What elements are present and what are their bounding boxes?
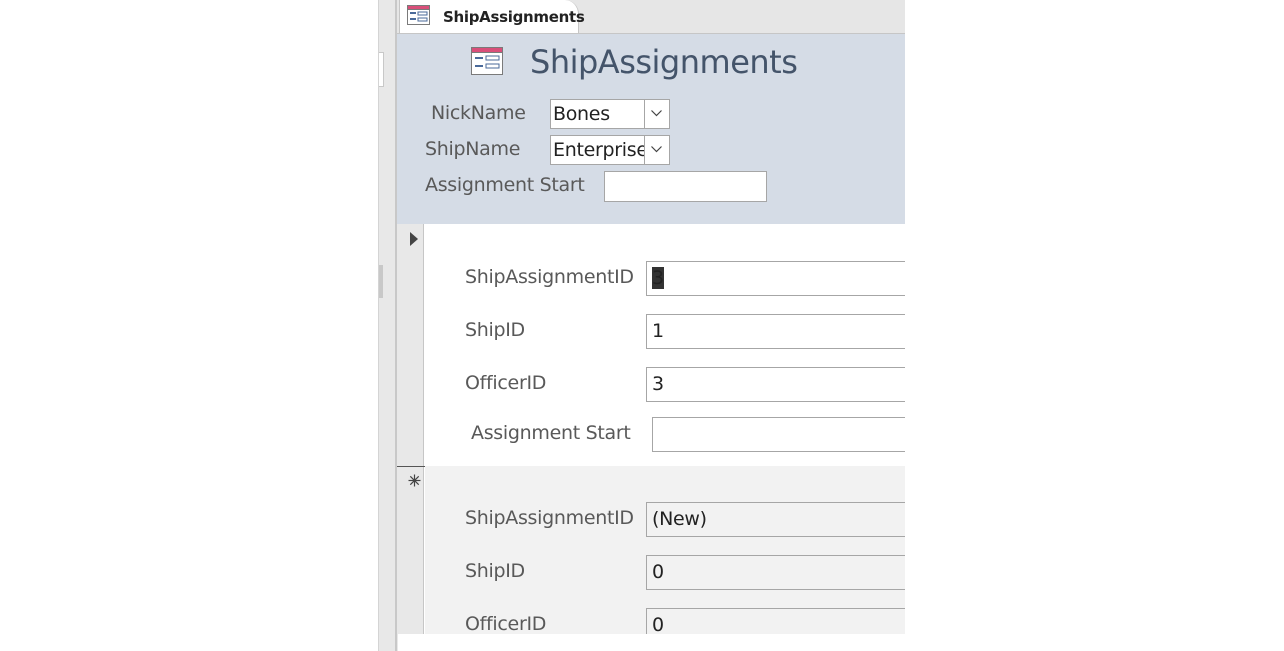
nav-pane-splitter[interactable] <box>379 265 383 298</box>
assignment-start-label: Assignment Start <box>471 422 631 444</box>
officer-id-label: OfficerID <box>465 613 547 634</box>
nickname-label: NickName <box>431 102 526 124</box>
officer-id-field[interactable]: 0 <box>646 608 905 634</box>
nav-pane-tab[interactable] <box>379 52 384 87</box>
nickname-value: Bones <box>553 103 610 125</box>
officer-id-value: 0 <box>652 614 664 634</box>
ship-id-label: ShipID <box>465 560 525 582</box>
ship-assignment-id-value: (New) <box>652 508 707 530</box>
document-tab[interactable]: ShipAssignments <box>399 0 585 33</box>
shipname-label: ShipName <box>425 138 521 160</box>
form-header: ShipAssignments NickName Bones ShipName … <box>397 34 905 224</box>
shipname-dropdown-button[interactable] <box>644 136 669 164</box>
nickname-combo[interactable]: Bones <box>550 99 670 129</box>
ship-id-field[interactable]: 0 <box>646 555 905 590</box>
chevron-down-icon <box>651 110 662 117</box>
document-tab-label: ShipAssignments <box>443 8 585 26</box>
shipname-value: Enterprise <box>553 139 644 161</box>
chevron-down-icon <box>651 146 662 153</box>
document-tab-bar: ShipAssignments <box>397 0 905 34</box>
shipname-combo[interactable]: Enterprise <box>550 135 670 165</box>
new-record: ShipAssignmentID (New) ShipID 0 OfficerI… <box>425 466 905 634</box>
new-record-asterisk-icon[interactable] <box>408 474 421 487</box>
ship-id-value: 0 <box>652 561 664 583</box>
form-title: ShipAssignments <box>530 43 798 81</box>
assignment-start-filter-input[interactable] <box>604 171 767 202</box>
nickname-dropdown-button[interactable] <box>644 100 669 128</box>
form-document: ShipAssignments ShipAssignments NickName… <box>397 0 905 634</box>
officer-id-field[interactable]: 3 <box>646 367 905 402</box>
ship-assignment-id-label: ShipAssignmentID <box>465 266 634 288</box>
current-record-arrow-icon[interactable] <box>410 232 418 246</box>
record-separator <box>397 466 425 467</box>
ship-assignment-id-field[interactable]: (New) <box>646 502 905 537</box>
ship-assignment-id-label: ShipAssignmentID <box>465 507 634 529</box>
current-record: ShipAssignmentID 3 ShipID 1 OfficerID 3 … <box>425 224 905 466</box>
form-icon <box>407 5 430 25</box>
record-selector-column <box>397 224 424 634</box>
ship-assignment-id-value: 3 <box>652 267 664 289</box>
form-icon <box>471 47 503 75</box>
ship-id-label: ShipID <box>465 319 525 341</box>
ship-assignment-id-field[interactable]: 3 <box>646 261 905 296</box>
officer-id-label: OfficerID <box>465 372 547 394</box>
ship-id-value: 1 <box>652 320 664 342</box>
assignment-start-field[interactable] <box>652 417 905 452</box>
officer-id-value: 3 <box>652 373 664 395</box>
assignment-start-label: Assignment Start <box>425 174 585 196</box>
ship-id-field[interactable]: 1 <box>646 314 905 349</box>
